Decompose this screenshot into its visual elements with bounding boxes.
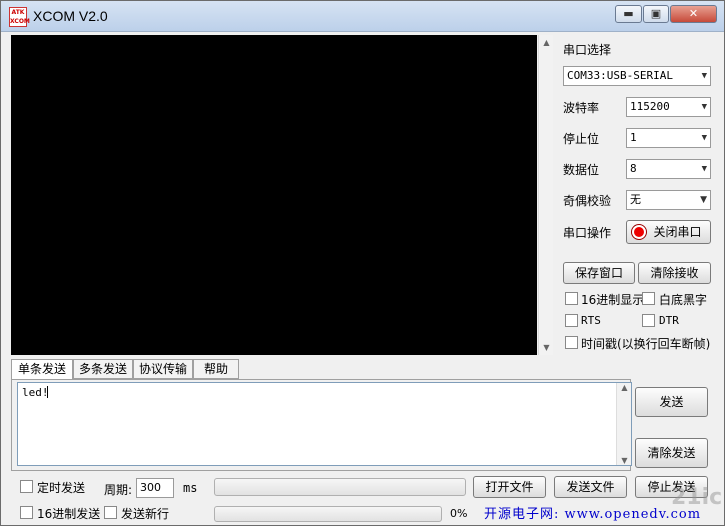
period-unit: ms xyxy=(183,481,198,495)
parity-value: 无 xyxy=(630,193,641,206)
timed-send-checkbox[interactable] xyxy=(20,480,33,493)
xcom-window: ATK XCOM XCOM V2.0 ▬ ▣ ✕ ▲ ▼ 串口选择 COM33:U… xyxy=(0,0,725,526)
baud-label: 波特率 xyxy=(563,101,600,115)
send-button[interactable]: 发送 xyxy=(635,387,708,417)
close-port-label: 关闭串口 xyxy=(653,225,702,239)
stop-bits-label: 停止位 xyxy=(563,132,600,146)
dtr-checkbox[interactable] xyxy=(642,314,655,327)
tab-single-send[interactable]: 单条发送 xyxy=(11,359,73,380)
receive-area[interactable] xyxy=(11,35,537,355)
baud-select[interactable]: 115200 ▼ xyxy=(626,97,711,117)
parity-label: 奇偶校验 xyxy=(563,194,612,208)
timestamp-checkbox[interactable] xyxy=(565,336,578,349)
white-bg-label: 白底黑字 xyxy=(659,293,708,307)
parity-select[interactable]: 无 ▼ xyxy=(626,190,711,210)
timestamp-label: 时间戳(以换行回车断帧) xyxy=(581,337,711,351)
port-label: 串口选择 xyxy=(563,43,612,57)
chevron-down-icon: ▼ xyxy=(701,71,707,81)
chevron-down-icon: ▼ xyxy=(701,164,707,174)
chevron-down-icon: ▼ xyxy=(701,133,707,143)
white-bg-checkbox[interactable] xyxy=(642,292,655,305)
file-path-field[interactable] xyxy=(214,478,466,496)
send-newline-label: 发送新行 xyxy=(121,507,170,521)
send-progress-bar xyxy=(214,506,442,522)
record-icon xyxy=(632,225,646,239)
watermark: 21ic 电子网 xyxy=(671,485,721,510)
scroll-down-icon[interactable]: ▼ xyxy=(539,340,554,355)
website-link[interactable]: 开源电子网: www.openedv.com xyxy=(484,503,701,522)
stop-bits-value: 1 xyxy=(630,131,637,144)
receive-scrollbar[interactable]: ▲ ▼ xyxy=(538,35,553,355)
save-window-button[interactable]: 保存窗口 xyxy=(563,262,635,284)
data-bits-select[interactable]: 8 ▼ xyxy=(626,159,711,179)
send-scrollbar[interactable]: ▲ ▼ xyxy=(616,383,631,465)
period-input[interactable]: 300 xyxy=(136,478,174,498)
tab-help[interactable]: 帮助 xyxy=(193,359,239,379)
hex-display-label: 16进制显示 xyxy=(581,293,645,307)
send-file-button[interactable]: 发送文件 xyxy=(554,476,627,498)
title-bar[interactable]: ATK XCOM XCOM V2.0 ▬ ▣ ✕ xyxy=(1,1,724,32)
app-logo-icon: ATK XCOM xyxy=(9,7,30,27)
scroll-up-icon[interactable]: ▲ xyxy=(617,383,632,392)
port-select-value: COM33:USB-SERIAL xyxy=(567,69,673,82)
hex-send-checkbox[interactable] xyxy=(20,506,33,519)
stop-bits-select[interactable]: 1 ▼ xyxy=(626,128,711,148)
close-button[interactable]: ✕ xyxy=(670,5,717,23)
progress-percent: 0% xyxy=(450,507,468,520)
maximize-button[interactable]: ▣ xyxy=(643,5,669,23)
scroll-up-icon[interactable]: ▲ xyxy=(539,35,554,50)
hex-send-label: 16进制发送 xyxy=(37,507,101,521)
port-select[interactable]: COM33:USB-SERIAL ▼ xyxy=(563,66,711,86)
minimize-button[interactable]: ▬ xyxy=(615,5,642,23)
clear-send-button[interactable]: 清除发送 xyxy=(635,438,708,468)
baud-select-value: 115200 xyxy=(630,100,670,113)
data-bits-value: 8 xyxy=(630,162,637,175)
dtr-label: DTR xyxy=(659,314,679,327)
period-label: 周期: xyxy=(104,483,133,497)
timed-send-label: 定时发送 xyxy=(37,481,86,495)
port-op-label: 串口操作 xyxy=(563,226,612,240)
window-title: XCOM V2.0 xyxy=(33,8,108,24)
send-input[interactable]: led! ▲ ▼ xyxy=(17,382,632,466)
text-cursor xyxy=(47,386,48,398)
tab-protocol[interactable]: 协议传输 xyxy=(133,359,193,379)
scroll-down-icon[interactable]: ▼ xyxy=(617,456,632,465)
chevron-down-icon: ▼ xyxy=(701,102,707,112)
hex-display-checkbox[interactable] xyxy=(565,292,578,305)
rts-checkbox[interactable] xyxy=(565,314,578,327)
tab-multi-send[interactable]: 多条发送 xyxy=(73,359,133,379)
rts-label: RTS xyxy=(581,314,601,327)
open-file-button[interactable]: 打开文件 xyxy=(473,476,546,498)
send-newline-checkbox[interactable] xyxy=(104,506,117,519)
clear-receive-button[interactable]: 清除接收 xyxy=(638,262,711,284)
data-bits-label: 数据位 xyxy=(563,163,600,177)
send-text: led! xyxy=(22,386,49,399)
chevron-down-icon: ▼ xyxy=(700,195,707,205)
close-port-button[interactable]: 关闭串口 xyxy=(626,220,711,244)
